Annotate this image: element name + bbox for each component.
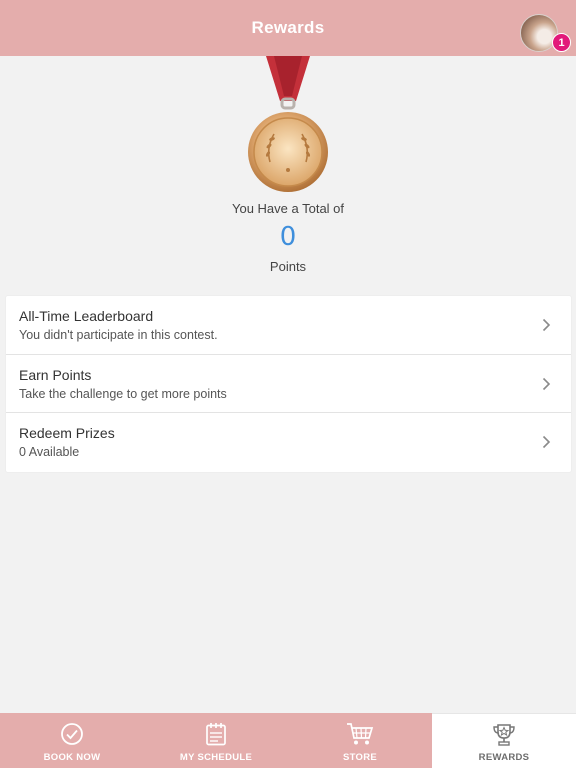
points-value: 0 xyxy=(279,222,297,252)
row-subtitle: Take the challenge to get more points xyxy=(19,386,227,401)
notification-badge[interactable]: 1 xyxy=(552,33,571,52)
trophy-icon xyxy=(493,724,515,746)
row-subtitle: 0 Available xyxy=(19,445,80,459)
earn-points-row[interactable]: Earn Points Take the challenge to get mo… xyxy=(6,355,571,413)
chevron-right-icon xyxy=(542,377,551,390)
tab-label: REWARDS xyxy=(478,752,530,763)
row-title: All-Time Leaderboard xyxy=(19,308,154,324)
cart-icon xyxy=(347,723,374,745)
rewards-menu: All-Time Leaderboard You didn't particip… xyxy=(6,296,571,472)
row-subtitle: You didn't participate in this contest. xyxy=(19,328,218,342)
tab-store[interactable]: STORE xyxy=(288,713,432,768)
tab-label: MY SCHEDULE xyxy=(179,752,253,763)
tab-rewards[interactable]: REWARDS xyxy=(432,713,576,768)
redeem-prizes-row[interactable]: Redeem Prizes 0 Available xyxy=(6,413,571,472)
points-unit: Points xyxy=(269,259,307,274)
chevron-right-icon xyxy=(542,435,551,449)
row-title: Earn Points xyxy=(19,366,92,383)
page-title: Rewards xyxy=(251,18,325,37)
tab-book-now[interactable]: BOOK NOW xyxy=(0,713,144,768)
points-caption: You Have a Total of xyxy=(231,201,345,216)
row-title: Redeem Prizes xyxy=(19,425,115,441)
leaderboard-row[interactable]: All-Time Leaderboard You didn't particip… xyxy=(6,296,571,355)
medal-icon xyxy=(248,56,328,192)
calendar-icon xyxy=(206,723,226,746)
check-circle-icon xyxy=(61,723,83,745)
medal-graphic xyxy=(0,56,576,201)
chevron-right-icon xyxy=(542,318,551,332)
tab-label: BOOK NOW xyxy=(43,752,101,763)
tab-my-schedule[interactable]: MY SCHEDULE xyxy=(144,713,288,768)
bottom-tab-bar: BOOK NOW MY SCHEDULE STORE REWARDS xyxy=(0,713,576,768)
tab-label: STORE xyxy=(342,752,378,763)
top-bar: Rewards xyxy=(0,0,576,56)
